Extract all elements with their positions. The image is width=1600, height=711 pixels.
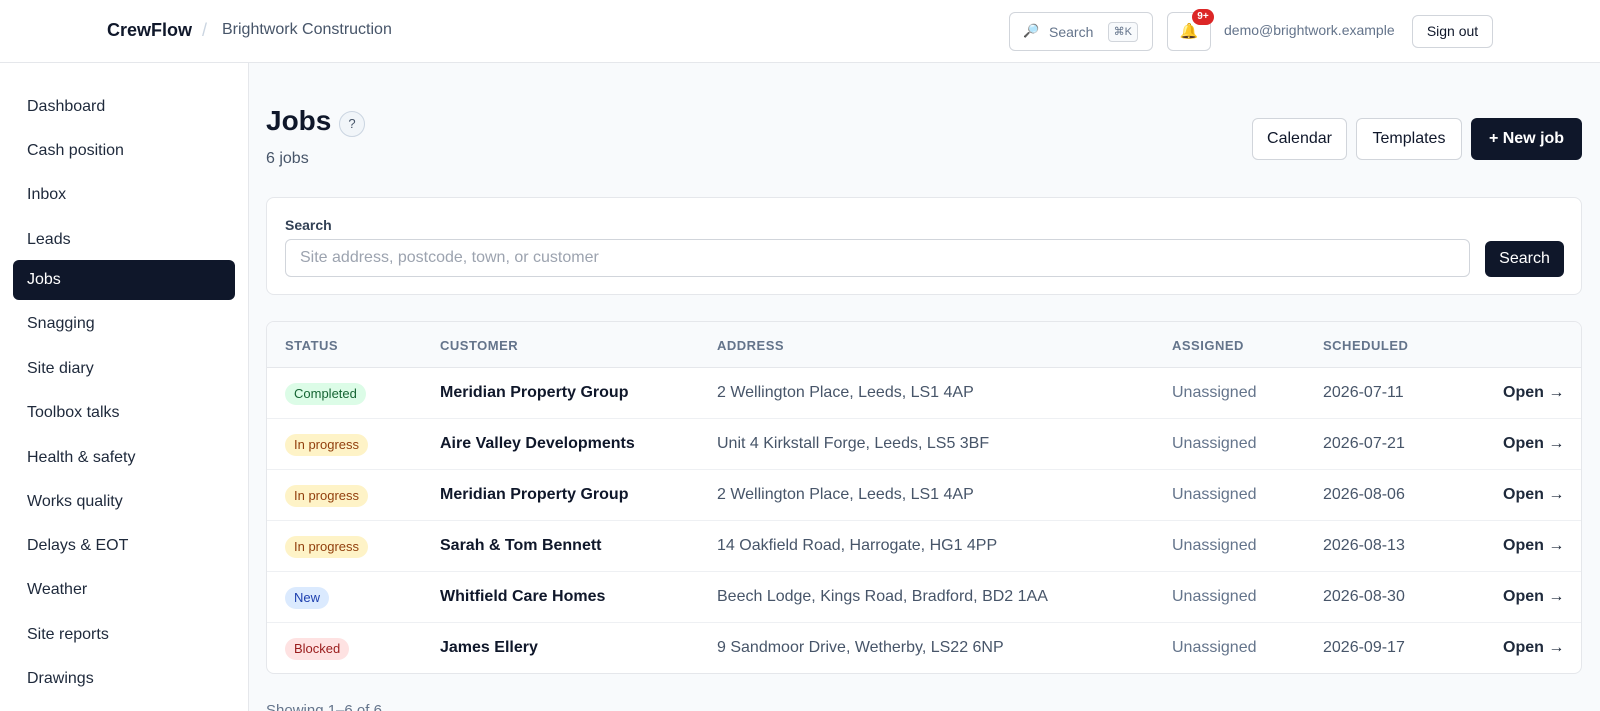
job-address: 2 Wellington Place, Leeds, LS1 4AP bbox=[717, 384, 974, 401]
status-badge: New bbox=[285, 587, 330, 609]
sidebar-item-delays-eot[interactable]: Delays & EOT bbox=[13, 526, 235, 566]
job-address: Unit 4 Kirkstall Forge, Leeds, LS5 3BF bbox=[717, 435, 990, 452]
job-address: Beech Lodge, Kings Road, Bradford, BD2 1… bbox=[717, 588, 1048, 605]
column-header-assigned: ASSIGNED bbox=[1172, 338, 1244, 353]
sidebar: Dashboard Cash position Inbox Leads Jobs… bbox=[0, 63, 249, 711]
sidebar-item-snagging[interactable]: Snagging bbox=[13, 304, 235, 344]
sidebar-item-site-diary[interactable]: Site diary bbox=[13, 349, 235, 389]
top-bar: CrewFlow / Brightwork Construction 🔎 Sea… bbox=[0, 0, 1600, 63]
status-badge: In progress bbox=[285, 434, 369, 456]
table-row[interactable]: Blocked James Ellery 9 Sandmoor Drive, W… bbox=[267, 623, 1581, 673]
sidebar-item-weather[interactable]: Weather bbox=[13, 570, 235, 610]
assigned-to: Unassigned bbox=[1172, 384, 1257, 401]
job-address: 2 Wellington Place, Leeds, LS1 4AP bbox=[717, 486, 974, 503]
notifications-button[interactable]: 🔔 9+ bbox=[1167, 9, 1214, 51]
open-job-link[interactable]: Open → bbox=[1503, 588, 1564, 606]
templates-button[interactable]: Templates bbox=[1356, 118, 1462, 160]
sidebar-item-drawings[interactable]: Drawings bbox=[13, 659, 235, 699]
assigned-to: Unassigned bbox=[1172, 435, 1257, 452]
customer-name: Sarah & Tom Bennett bbox=[440, 537, 602, 554]
job-address: 14 Oakfield Road, Harrogate, HG1 4PP bbox=[717, 537, 998, 554]
scheduled-date: 2026-08-13 bbox=[1323, 537, 1405, 554]
table-row[interactable]: Completed Meridian Property Group 2 Well… bbox=[267, 368, 1581, 419]
status-badge: In progress bbox=[285, 485, 369, 507]
scheduled-date: 2026-09-17 bbox=[1323, 639, 1405, 656]
job-search-button[interactable]: Search bbox=[1485, 241, 1564, 277]
search-icon: 🔎 bbox=[1023, 23, 1040, 38]
breadcrumb-separator: / bbox=[202, 20, 208, 40]
calendar-button[interactable]: Calendar bbox=[1252, 118, 1347, 160]
help-button[interactable]: ? bbox=[339, 111, 365, 137]
column-header-customer: CUSTOMER bbox=[440, 338, 519, 353]
column-header-status: STATUS bbox=[285, 338, 339, 353]
job-count: 6 jobs bbox=[266, 150, 309, 167]
table-row[interactable]: In progress Sarah & Tom Bennett 14 Oakfi… bbox=[267, 521, 1581, 572]
sidebar-item-toolbox-talks[interactable]: Toolbox talks bbox=[13, 393, 235, 433]
assigned-to: Unassigned bbox=[1172, 486, 1257, 503]
status-badge: Blocked bbox=[285, 638, 350, 660]
sidebar-item-inbox[interactable]: Inbox bbox=[13, 175, 235, 215]
sidebar-item-dashboard[interactable]: Dashboard bbox=[13, 87, 235, 127]
assigned-to: Unassigned bbox=[1172, 639, 1257, 656]
customer-name: Aire Valley Developments bbox=[440, 435, 635, 452]
pagination-summary: Showing 1–6 of 6 bbox=[266, 702, 382, 711]
keyboard-shortcut-hint: ⌘K bbox=[1107, 22, 1138, 42]
scheduled-date: 2026-07-21 bbox=[1323, 435, 1405, 452]
sign-out-button[interactable]: Sign out bbox=[1412, 15, 1493, 48]
organization-name[interactable]: Brightwork Construction bbox=[222, 21, 392, 39]
scheduled-date: 2026-08-30 bbox=[1323, 588, 1405, 605]
customer-name: Meridian Property Group bbox=[440, 486, 629, 503]
assigned-to: Unassigned bbox=[1172, 537, 1257, 554]
global-search-button[interactable]: 🔎 Search ⌘K bbox=[1009, 12, 1153, 51]
sidebar-item-jobs[interactable]: Jobs bbox=[13, 260, 235, 300]
scheduled-date: 2026-08-06 bbox=[1323, 486, 1405, 503]
open-job-link[interactable]: Open → bbox=[1503, 435, 1564, 453]
sidebar-item-leads[interactable]: Leads bbox=[13, 220, 235, 260]
scheduled-date: 2026-07-11 bbox=[1323, 384, 1404, 401]
table-row[interactable]: New Whitfield Care Homes Beech Lodge, Ki… bbox=[267, 572, 1581, 623]
new-job-button[interactable]: + New job bbox=[1471, 118, 1582, 160]
job-search-label: Search bbox=[285, 217, 332, 233]
job-search-input[interactable] bbox=[285, 239, 1470, 277]
status-badge: In progress bbox=[285, 536, 369, 558]
customer-name: Whitfield Care Homes bbox=[440, 588, 606, 605]
customer-name: Meridian Property Group bbox=[440, 384, 629, 401]
sidebar-item-site-reports[interactable]: Site reports bbox=[13, 615, 235, 655]
page-title: Jobs bbox=[266, 105, 332, 136]
app-logo[interactable]: CrewFlow bbox=[107, 20, 192, 41]
table-row[interactable]: In progress Aire Valley Developments Uni… bbox=[267, 419, 1581, 470]
job-search-panel: Search Search bbox=[266, 197, 1582, 295]
assigned-to: Unassigned bbox=[1172, 588, 1257, 605]
open-job-link[interactable]: Open → bbox=[1503, 384, 1564, 402]
jobs-table: STATUS CUSTOMER ADDRESS ASSIGNED SCHEDUL… bbox=[266, 321, 1582, 674]
open-job-link[interactable]: Open → bbox=[1503, 537, 1564, 555]
column-header-address: ADDRESS bbox=[717, 338, 785, 353]
open-job-link[interactable]: Open → bbox=[1503, 639, 1564, 657]
column-header-scheduled: SCHEDULED bbox=[1323, 338, 1409, 353]
open-job-link[interactable]: Open → bbox=[1503, 486, 1564, 504]
sidebar-item-works-quality[interactable]: Works quality bbox=[13, 482, 235, 522]
sidebar-item-cash-position[interactable]: Cash position bbox=[13, 131, 235, 171]
bell-icon: 🔔 bbox=[1179, 23, 1199, 40]
sidebar-item-health-safety[interactable]: Health & safety bbox=[13, 438, 235, 478]
table-header: STATUS CUSTOMER ADDRESS ASSIGNED SCHEDUL… bbox=[267, 322, 1581, 368]
notification-count-badge: 9+ bbox=[1192, 9, 1214, 25]
table-row[interactable]: In progress Meridian Property Group 2 We… bbox=[267, 470, 1581, 521]
user-email: demo@brightwork.example bbox=[1224, 22, 1395, 38]
customer-name: James Ellery bbox=[440, 639, 538, 656]
global-search-label: Search bbox=[1049, 24, 1094, 40]
job-address: 9 Sandmoor Drive, Wetherby, LS22 6NP bbox=[717, 639, 1004, 656]
status-badge: Completed bbox=[285, 383, 366, 405]
